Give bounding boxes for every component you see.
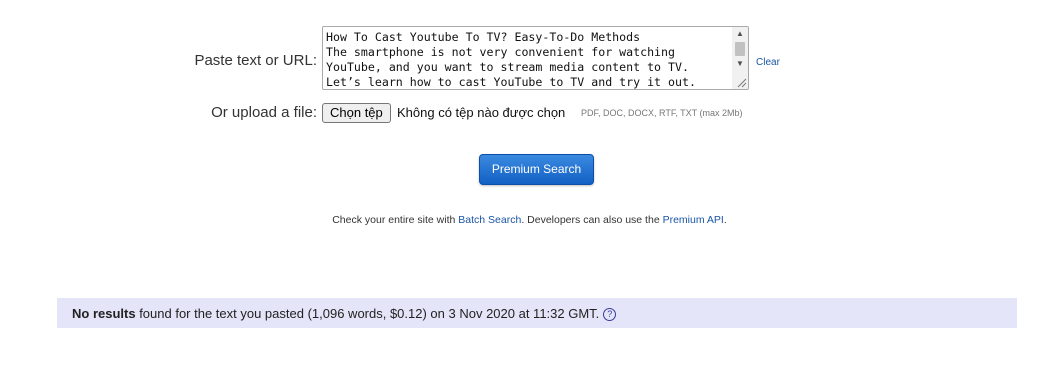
file-status-text: Không có tệp nào được chọn [397, 105, 566, 120]
results-message: found for the text you pasted (1,096 wor… [135, 306, 600, 321]
results-text: No results found for the text you pasted… [72, 306, 617, 321]
premium-api-link[interactable]: Premium API [663, 214, 724, 226]
scroll-down-arrow-icon[interactable]: ▼ [732, 57, 748, 71]
no-results-label: No results [72, 306, 136, 321]
batch-search-link[interactable]: Batch Search [458, 214, 521, 226]
info-prefix: Check your entire site with [332, 214, 459, 226]
info-middle: . Developers can also use the [521, 214, 663, 226]
upload-label: Or upload a file: [211, 104, 317, 121]
premium-search-button[interactable]: Premium Search [479, 154, 594, 185]
info-suffix: . [723, 214, 727, 226]
clear-link[interactable]: Clear [756, 57, 780, 68]
paste-label: Paste text or URL: [194, 52, 317, 69]
pasted-text-area[interactable]: How To Cast Youtube To TV? Easy-To-Do Me… [322, 26, 749, 90]
choose-file-button[interactable]: Chọn tệp [322, 103, 391, 123]
scroll-up-arrow-icon[interactable]: ▲ [732, 27, 748, 41]
info-line: Check your entire site with Batch Search… [0, 214, 1059, 226]
file-formats-hint: PDF, DOC, DOCX, RTF, TXT (max 2Mb) [581, 108, 743, 118]
resize-grip-icon[interactable] [735, 76, 747, 88]
results-banner: No results found for the text you pasted… [57, 298, 1017, 328]
pasted-text-content[interactable]: How To Cast Youtube To TV? Easy-To-Do Me… [326, 30, 728, 89]
help-icon[interactable]: ? [603, 308, 617, 321]
scroll-thumb[interactable] [735, 42, 745, 56]
